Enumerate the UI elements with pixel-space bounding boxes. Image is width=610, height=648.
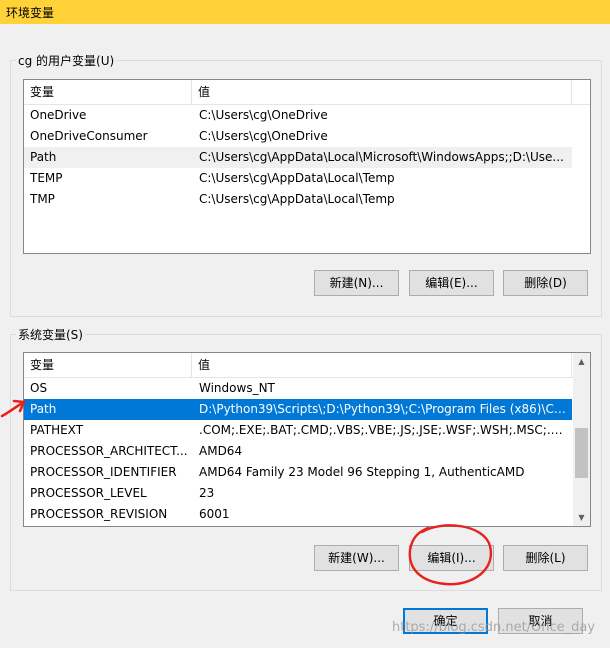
variable-value: AMD64 bbox=[199, 444, 243, 458]
system-delete-button[interactable]: 删除(L) bbox=[503, 545, 588, 571]
scroll-up-icon[interactable]: ▲ bbox=[573, 353, 590, 370]
user-new-button[interactable]: 新建(N)... bbox=[314, 270, 399, 296]
watermark-text: https://blog.csdn.net/Once_day bbox=[392, 620, 596, 635]
column-header-value[interactable]: 值 bbox=[192, 80, 572, 104]
table-row[interactable]: OS Windows_NT bbox=[24, 378, 572, 399]
table-row[interactable]: PROCESSOR_IDENTIFIER AMD64 Family 23 Mod… bbox=[24, 462, 572, 483]
vertical-scrollbar[interactable]: ▲ ▼ bbox=[573, 353, 590, 526]
table-row[interactable]: PROCESSOR_ARCHITECT... AMD64 bbox=[24, 441, 572, 462]
column-header-variable[interactable]: 变量 bbox=[24, 80, 192, 104]
variable-name: Path bbox=[30, 402, 57, 416]
variable-value: Windows_NT bbox=[199, 381, 275, 395]
table-row[interactable]: TMP C:\Users\cg\AppData\Local\Temp bbox=[24, 189, 590, 210]
column-header-variable[interactable]: 变量 bbox=[24, 353, 192, 377]
variable-value: C:\Users\cg\OneDrive bbox=[199, 129, 328, 143]
variable-name: PROCESSOR_ARCHITECT... bbox=[30, 444, 188, 458]
variable-name: PROCESSOR_IDENTIFIER bbox=[30, 465, 177, 479]
variable-name: PROCESSOR_LEVEL bbox=[30, 486, 147, 500]
system-variables-label: 系统变量(S) bbox=[16, 326, 85, 343]
variable-name: OS bbox=[30, 381, 48, 395]
variable-name: TEMP bbox=[30, 171, 63, 185]
variable-name: OneDrive bbox=[30, 108, 87, 122]
user-variables-label: cg 的用户变量(U) bbox=[16, 52, 117, 69]
variable-value: C:\Users\cg\AppData\Local\Microsoft\Wind… bbox=[199, 150, 564, 164]
variable-value: .COM;.EXE;.BAT;.CMD;.VBS;.VBE;.JS;.JSE;.… bbox=[199, 423, 567, 437]
table-row[interactable]: PROCESSOR_REVISION 6001 bbox=[24, 504, 572, 525]
table-row[interactable]: PROCESSOR_LEVEL 23 bbox=[24, 483, 572, 504]
table-row[interactable]: OneDrive C:\Users\cg\OneDrive bbox=[24, 105, 590, 126]
system-edit-button[interactable]: 编辑(I)... bbox=[409, 545, 494, 571]
variable-name: TMP bbox=[30, 192, 55, 206]
table-row[interactable]: PATHEXT .COM;.EXE;.BAT;.CMD;.VBS;.VBE;.J… bbox=[24, 420, 572, 441]
variable-name: Path bbox=[30, 150, 57, 164]
variable-value: 23 bbox=[199, 486, 215, 500]
list-header: 变量 值 bbox=[24, 353, 590, 378]
variable-value: C:\Users\cg\OneDrive bbox=[199, 108, 328, 122]
scrollbar-thumb[interactable] bbox=[575, 428, 588, 478]
variable-name: OneDriveConsumer bbox=[30, 129, 148, 143]
user-edit-button[interactable]: 编辑(E)... bbox=[409, 270, 494, 296]
system-new-button[interactable]: 新建(W)... bbox=[314, 545, 399, 571]
table-row[interactable]: TEMP C:\Users\cg\AppData\Local\Temp bbox=[24, 168, 590, 189]
variable-value: AMD64 Family 23 Model 96 Stepping 1, Aut… bbox=[199, 465, 525, 479]
system-variables-list[interactable]: 变量 值 OS Windows_NT Path D:\Python39\Scri… bbox=[23, 352, 591, 527]
user-delete-button[interactable]: 删除(D) bbox=[503, 270, 588, 296]
variable-value: 6001 bbox=[199, 507, 230, 521]
table-row-selected[interactable]: Path D:\Python39\Scripts\;D:\Python39\;C… bbox=[24, 399, 572, 420]
table-row[interactable]: Path C:\Users\cg\AppData\Local\Microsoft… bbox=[24, 147, 572, 168]
variable-name: PROCESSOR_REVISION bbox=[30, 507, 168, 521]
title-bar: 环境变量 bbox=[0, 0, 610, 24]
list-header: 变量 值 bbox=[24, 80, 590, 105]
variable-name: PATHEXT bbox=[30, 423, 84, 437]
user-variables-list[interactable]: 变量 值 OneDrive C:\Users\cg\OneDrive OneDr… bbox=[23, 79, 591, 254]
window-title: 环境变量 bbox=[6, 6, 55, 20]
variable-value: D:\Python39\Scripts\;D:\Python39\;C:\Pro… bbox=[199, 402, 567, 416]
variable-value: C:\Users\cg\AppData\Local\Temp bbox=[199, 192, 395, 206]
variable-value: C:\Users\cg\AppData\Local\Temp bbox=[199, 171, 395, 185]
table-row[interactable]: OneDriveConsumer C:\Users\cg\OneDrive bbox=[24, 126, 590, 147]
scroll-down-icon[interactable]: ▼ bbox=[573, 509, 590, 526]
column-header-value[interactable]: 值 bbox=[192, 353, 572, 377]
